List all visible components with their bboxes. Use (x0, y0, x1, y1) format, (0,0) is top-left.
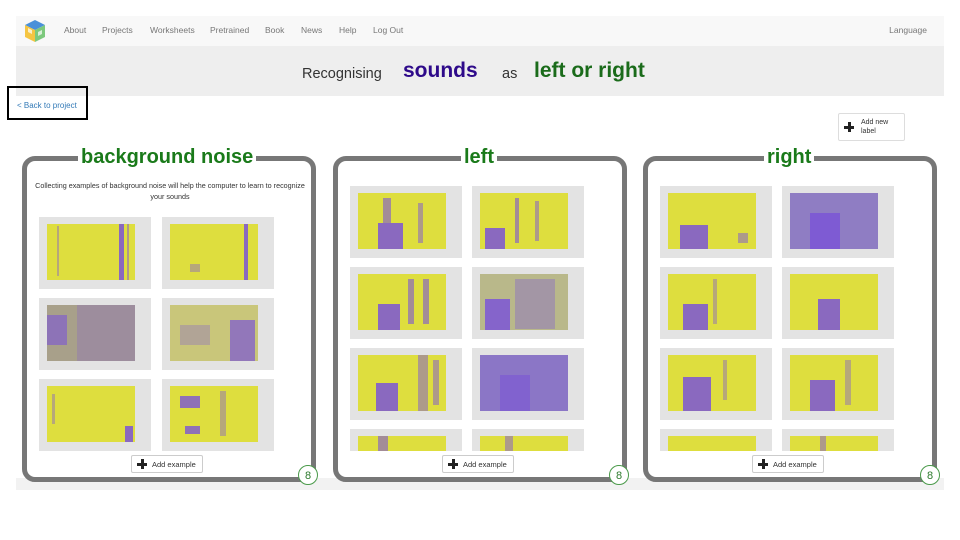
nav-book[interactable]: Book (265, 25, 284, 35)
back-link-label[interactable]: < Back to project (17, 101, 77, 110)
add-example-label: Add example (773, 460, 817, 469)
sound-example[interactable] (472, 348, 584, 420)
sound-example[interactable] (660, 186, 772, 258)
examples-list[interactable] (648, 181, 932, 451)
header-as: as (502, 66, 518, 82)
add-new-label-text: Add new label (861, 119, 889, 135)
sound-example[interactable] (660, 348, 772, 420)
spectrogram-image (47, 224, 135, 280)
nav-pretrained[interactable]: Pretrained (210, 25, 249, 35)
sound-example[interactable] (660, 429, 772, 451)
sound-example[interactable] (782, 186, 894, 258)
header-target: left or right (534, 59, 645, 82)
add-example-label: Add example (152, 460, 196, 469)
plus-icon (758, 459, 768, 469)
spectrogram-image (790, 274, 878, 330)
sound-example[interactable] (350, 429, 462, 451)
sound-example[interactable] (782, 267, 894, 339)
spectrogram-image (47, 305, 135, 361)
sound-example[interactable] (162, 298, 274, 370)
example-count-badge: 8 (609, 465, 629, 485)
sound-example[interactable] (472, 186, 584, 258)
plus-icon (137, 459, 147, 469)
spectrogram-image (668, 436, 756, 451)
spectrogram-image (358, 193, 446, 249)
plus-icon (448, 459, 458, 469)
sound-example[interactable] (350, 348, 462, 420)
spectrogram-image (480, 274, 568, 330)
page-header: Recognising sounds as left or right (16, 46, 944, 96)
add-new-label-button[interactable]: Add new label (838, 113, 905, 141)
nav-logout[interactable]: Log Out (373, 25, 403, 35)
label-title: left (461, 146, 497, 168)
examples-list[interactable] (27, 212, 311, 452)
header-recognising: Recognising (302, 66, 382, 82)
spectrogram-image (790, 436, 878, 451)
label-title: right (764, 146, 815, 168)
spectrogram-image (358, 436, 446, 451)
add-example-button[interactable]: Add example (131, 455, 203, 473)
add-example-button[interactable]: Add example (752, 455, 824, 473)
sound-example[interactable] (39, 379, 151, 451)
add-example-label: Add example (463, 460, 507, 469)
spectrogram-image (170, 305, 258, 361)
add-example-button[interactable]: Add example (442, 455, 514, 473)
nav-news[interactable]: News (301, 25, 322, 35)
sound-example[interactable] (162, 217, 274, 289)
sound-example[interactable] (162, 379, 274, 451)
top-nav: About Projects Worksheets Pretrained Boo… (16, 16, 944, 46)
sound-example[interactable] (350, 186, 462, 258)
sound-example[interactable] (660, 267, 772, 339)
sound-example[interactable] (39, 217, 151, 289)
spectrogram-image (790, 193, 878, 249)
label-title: background noise (78, 146, 257, 168)
spectrogram-image (668, 193, 756, 249)
nav-help[interactable]: Help (339, 25, 356, 35)
spectrogram-image (47, 386, 135, 442)
nav-about[interactable]: About (64, 25, 86, 35)
nav-projects[interactable]: Projects (102, 25, 133, 35)
language-menu[interactable]: Language (889, 25, 927, 35)
sound-example[interactable] (782, 429, 894, 451)
nav-worksheets[interactable]: Worksheets (150, 25, 195, 35)
spectrogram-image (170, 224, 258, 280)
spectrogram-image (358, 274, 446, 330)
sound-example[interactable] (782, 348, 894, 420)
spectrogram-image (170, 386, 258, 442)
sound-example[interactable] (472, 429, 584, 451)
sound-example[interactable] (472, 267, 584, 339)
examples-list[interactable] (338, 181, 622, 451)
spectrogram-image (668, 274, 756, 330)
spectrogram-image (668, 355, 756, 411)
plus-icon (844, 122, 854, 132)
label-card-left: Add example (333, 156, 627, 482)
example-count-badge: 8 (920, 465, 940, 485)
header-data-type: sounds (403, 59, 478, 82)
example-count-badge: 8 (298, 465, 318, 485)
sound-example[interactable] (350, 267, 462, 339)
sound-example[interactable] (39, 298, 151, 370)
spectrogram-image (790, 355, 878, 411)
spectrogram-image (480, 355, 568, 411)
spectrogram-image (358, 355, 446, 411)
logo-icon[interactable] (24, 19, 46, 43)
spectrogram-image (480, 436, 568, 451)
label-card-right: Add example (643, 156, 937, 482)
spectrogram-image (480, 193, 568, 249)
label-card-background-noise: Collecting examples of background noise … (22, 156, 316, 482)
label-description: Collecting examples of background noise … (35, 181, 305, 201)
back-to-project-link[interactable]: < Back to project (7, 86, 88, 120)
